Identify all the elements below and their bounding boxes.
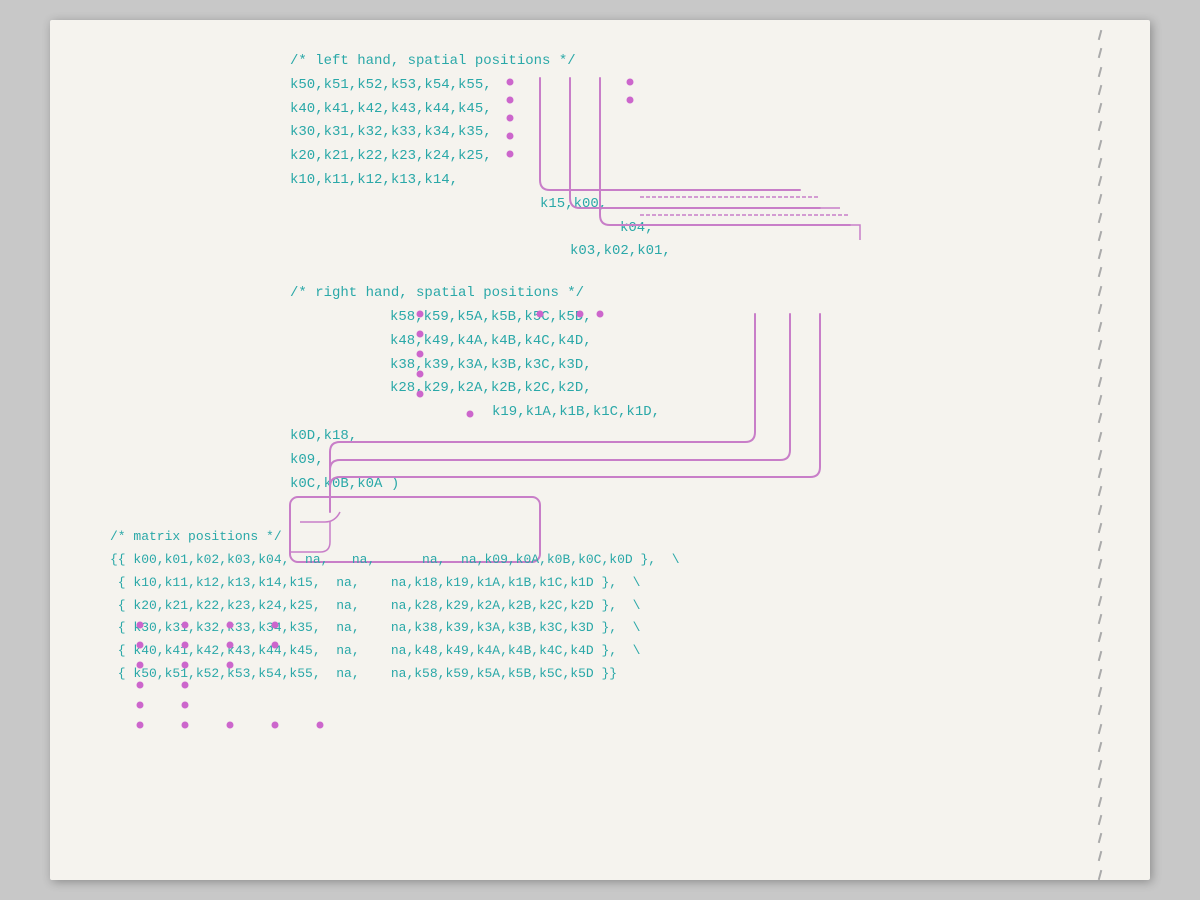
matrix-row-6: { k50,k51,k52,k53,k54,k55, na, na,k58,k5… xyxy=(110,663,1070,686)
lh-row-1: k50,k51,k52,k53,k54,k55, xyxy=(110,74,1070,98)
rh-row-3: k38,k39,k3A,k3B,k3C,k3D, xyxy=(110,354,1070,378)
rh-row-2: k48,k49,k4A,k4B,k4C,k4D, xyxy=(110,330,1070,354)
right-hand-comment: /* right hand, spatial positions */ xyxy=(110,282,1070,306)
matrix-row-3: { k20,k21,k22,k23,k24,k25, na, na,k28,k2… xyxy=(110,595,1070,618)
lh-row-4: k20,k21,k22,k23,k24,k25, xyxy=(110,145,1070,169)
rh-row-5: k19,k1A,k1B,k1C,k1D, xyxy=(110,401,1070,425)
lh-row-8: k03,k02,k01, xyxy=(110,240,1070,264)
rh-extra-2: k09, xyxy=(110,449,1070,473)
matrix-row-5: { k40,k41,k42,k43,k44,k45, na, na,k48,k4… xyxy=(110,640,1070,663)
left-hand-section: /* left hand, spatial positions */ xyxy=(110,50,1070,264)
lh-row-5: k10,k11,k12,k13,k14, xyxy=(110,169,1070,193)
content-area: /* left hand, spatial positions */ xyxy=(110,40,1070,860)
rh-extra-3: k0C,k0B,k0A ) xyxy=(110,473,1070,497)
lh-row-3: k30,k31,k32,k33,k34,k35, xyxy=(110,121,1070,145)
left-hand-comment: /* left hand, spatial positions */ xyxy=(110,50,1070,74)
rh-row-4: k28,k29,k2A,k2B,k2C,k2D, xyxy=(110,377,1070,401)
lh-row-2: k40,k41,k42,k43,k44,k45, xyxy=(110,98,1070,122)
matrix-row-4: { k30,k31,k32,k33,k34,k35, na, na,k38,k3… xyxy=(110,617,1070,640)
lh-row-7: k04, xyxy=(110,217,1070,241)
rh-extra-1: k0D,k18, xyxy=(110,425,1070,449)
matrix-row-2: { k10,k11,k12,k13,k14,k15, na, na,k18,k1… xyxy=(110,572,1070,595)
margin-line xyxy=(1090,20,1110,880)
matrix-section: /* matrix positions */ {{ k00,k01,k02,k0… xyxy=(110,526,1070,685)
page: /* left hand, spatial positions */ xyxy=(50,20,1150,880)
rh-row-1: k58,k59,k5A,k5B,k5C,k5D, xyxy=(110,306,1070,330)
lh-row-6: k15,k00, xyxy=(110,193,1070,217)
matrix-comment: /* matrix positions */ xyxy=(110,526,1070,549)
right-hand-section: /* right hand, spatial positions */ k58,… xyxy=(110,282,1070,496)
matrix-row-1: {{ k00,k01,k02,k03,k04, na, na, na, na,k… xyxy=(110,549,1070,572)
